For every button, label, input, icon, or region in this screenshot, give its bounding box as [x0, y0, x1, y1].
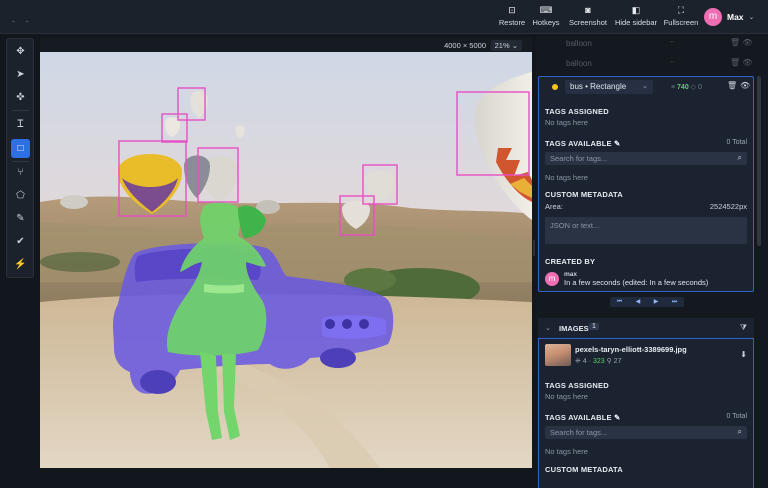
annotation-pager[interactable]: ⏮ ◀ ▶ ⏭ — [610, 297, 684, 307]
active-annotation-card: bus • Rectangle ⌄ ≡ 740 ◇ 0 🗑 👁 TAGS ASS… — [538, 76, 754, 292]
download-icon[interactable]: ⬇ — [740, 350, 747, 359]
move-tool-icon[interactable]: ✥ — [11, 42, 30, 61]
class-select[interactable]: bus • Rectangle ⌄ — [565, 80, 653, 94]
check-tool-icon[interactable]: ✔ — [11, 232, 30, 251]
tags-available-title: TAGS AVAILABLE ✎ — [545, 413, 621, 422]
tag-search-input[interactable]: Search for tags... ⌕ — [545, 152, 747, 165]
images-section-header[interactable]: ⌄ IMAGES 1 ⧩ — [538, 318, 754, 338]
edit-icon: ✎ — [613, 413, 621, 422]
eye-icon[interactable]: 🗑 👁 — [730, 38, 753, 47]
keyboard-icon: ⌨ — [539, 5, 553, 15]
images-count-badge: 1 — [589, 323, 599, 330]
scene-svg — [40, 52, 532, 468]
tags-assigned-empty: No tags here — [545, 392, 588, 401]
first-icon[interactable]: ⏮ — [617, 297, 622, 307]
tool-divider — [12, 161, 29, 162]
creator-info: m max In a few seconds (edited: In a few… — [545, 271, 708, 287]
bushes-left — [40, 252, 120, 272]
tags-total: 0 Total — [726, 139, 748, 146]
search-icon: ⌕ — [737, 153, 742, 162]
annotation-header: bus • Rectangle ⌄ ≡ 740 ◇ 0 🗑 👁 — [539, 77, 753, 97]
user-name: Max — [727, 12, 744, 22]
brush-tool-icon[interactable]: ✎ — [11, 209, 30, 228]
created-by-title: CREATED BY — [545, 257, 596, 266]
canvas-info-bar: 4000 × 5000 21% ⌄ — [40, 38, 532, 52]
magic-wand-tool-icon[interactable]: ⚡ — [11, 255, 30, 274]
top-bar: - - ⊡ Restore ⌨ Hotkeys ◙ Screenshot ◧ H… — [0, 0, 768, 34]
annotation-color-dot — [552, 84, 558, 90]
panel-resize-handle[interactable] — [533, 240, 535, 256]
car-headlight — [325, 319, 335, 329]
balloon-distant — [60, 195, 88, 209]
polyline-tool-icon[interactable]: ⑂ — [11, 163, 30, 182]
fullscreen-button[interactable]: ⛶ Fullscreen — [663, 5, 699, 29]
tool-divider — [12, 110, 29, 111]
metadata-json-input[interactable]: JSON or text... — [545, 217, 747, 244]
custom-metadata-title: CUSTOM METADATA — [545, 190, 623, 199]
tags-available-empty: No tags here — [545, 173, 588, 182]
annotation-canvas[interactable]: 4000 × 5000 21% ⌄ — [40, 38, 532, 468]
image-stats: ⁜ 4 · 323 ⚲ 27 — [575, 358, 622, 365]
restore-icon: ⊡ — [508, 5, 516, 15]
chevron-down-icon: ⌄ — [642, 83, 648, 90]
user-menu[interactable]: m Max ⌄ — [704, 6, 754, 28]
prev-icon[interactable]: ◀ — [636, 297, 641, 307]
tags-assigned-title: TAGS ASSIGNED — [545, 381, 609, 390]
eye-icon[interactable]: 👁 — [740, 81, 750, 90]
zoom-select[interactable]: 21% ⌄ — [490, 40, 522, 51]
select-tool-icon[interactable]: ➤ — [11, 65, 30, 84]
creator-name: max — [564, 271, 578, 278]
tool-bar: ✥ ➤ ✜ Ꮖ □ ⑂ ⬠ ✎ ✔ ⚡ — [6, 38, 34, 278]
hotkeys-button[interactable]: ⌨ Hotkeys — [530, 5, 562, 29]
tags-total: 0 Total — [726, 413, 748, 420]
avatar: m — [704, 8, 722, 26]
created-time: In a few seconds (edited: In a few secon… — [564, 278, 709, 287]
polygon-tool-icon[interactable]: ⬠ — [11, 186, 30, 205]
camera-icon: ◙ — [585, 5, 591, 15]
annotation-row[interactable]: balloon -- 🗑 👁 — [540, 54, 756, 74]
text-tool-icon[interactable]: Ꮖ — [11, 115, 30, 134]
chevron-down-icon: ⌄ — [545, 325, 551, 332]
custom-metadata-title: CUSTOM METADATA — [545, 465, 623, 474]
tags-assigned-empty: No tags here — [545, 118, 588, 127]
next-icon[interactable]: ▶ — [654, 297, 659, 307]
annotation-row[interactable]: balloon -- 🗑 👁 — [540, 34, 756, 54]
sidebar-scrollbar[interactable] — [757, 76, 761, 246]
image-item-card[interactable]: pexels-taryn-elliott-3389699.jpg ⁜ 4 · 3… — [538, 338, 754, 488]
chevron-down-icon: ⌄ — [748, 14, 755, 21]
car-headlight — [359, 319, 369, 329]
tag-search-input[interactable]: Search for tags... ⌕ — [545, 426, 747, 439]
trash-icon[interactable]: 🗑 — [727, 81, 737, 90]
car-wheel-mask — [320, 348, 356, 368]
avatar: m — [545, 272, 559, 286]
edit-icon: ✎ — [613, 139, 621, 148]
image-thumbnail — [545, 344, 571, 366]
fullscreen-icon: ⛶ — [677, 5, 685, 15]
area-value: 2524522px — [709, 202, 747, 211]
image-filename: pexels-taryn-elliott-3389699.jpg — [575, 345, 687, 354]
sidebar-icon: ◧ — [631, 5, 641, 15]
image-dimensions: 4000 × 5000 — [444, 41, 486, 50]
rectangle-tool-icon[interactable]: □ — [11, 139, 30, 158]
annotation-count: ≡ 740 ◇ 0 — [671, 84, 702, 91]
car-wheel-mask — [140, 370, 176, 394]
pan-tool-icon[interactable]: ✜ — [11, 88, 30, 107]
last-icon[interactable]: ⏭ — [672, 297, 677, 307]
screenshot-button[interactable]: ◙ Screenshot — [568, 5, 608, 29]
canvas-image[interactable] — [40, 52, 532, 468]
area-label: Area: — [545, 202, 563, 211]
eye-icon[interactable]: 🗑 👁 — [730, 58, 753, 67]
tags-available-empty: No tags here — [545, 447, 588, 456]
app-menu-mark[interactable]: - - — [12, 16, 33, 26]
tags-assigned-title: TAGS ASSIGNED — [545, 107, 609, 116]
restore-button[interactable]: ⊡ Restore — [497, 5, 527, 29]
search-icon: ⌕ — [737, 427, 742, 436]
filter-icon[interactable]: ⧩ — [740, 323, 747, 333]
hide-sidebar-button[interactable]: ◧ Hide sidebar — [614, 5, 658, 29]
tags-available-title: TAGS AVAILABLE ✎ — [545, 139, 621, 148]
car-headlight — [342, 319, 352, 329]
